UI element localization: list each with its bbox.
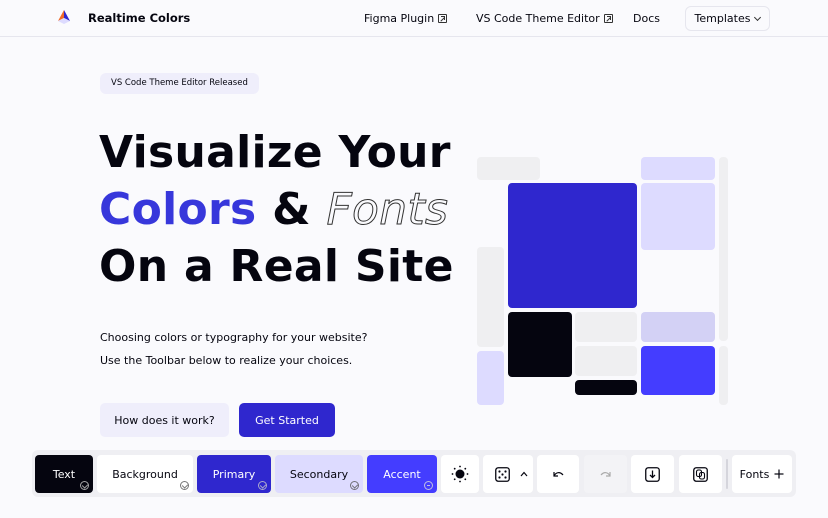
plus-icon	[774, 469, 784, 479]
navbar: Realtime Colors Figma Plugin VS Code The…	[0, 0, 828, 37]
headline-colors-word: Colors	[99, 184, 257, 235]
swatch-secondary[interactable]: Secondary	[275, 455, 363, 493]
nav-link-docs[interactable]: Docs	[633, 12, 660, 25]
mosaic-tile-secondary	[641, 157, 715, 180]
mosaic-tile-neutral	[575, 346, 637, 376]
export-button[interactable]	[631, 455, 674, 493]
mosaic-tile-secondary	[641, 183, 715, 250]
minus-circle-icon	[424, 481, 433, 490]
headline-line-2: Colors & Fonts	[99, 187, 448, 232]
undo-icon	[553, 471, 564, 477]
dice-icon	[495, 466, 510, 482]
swatch-text[interactable]: Text	[35, 455, 93, 493]
subtitle-line-1: Choosing colors or typography for your w…	[100, 331, 368, 344]
check-circle-icon	[350, 481, 359, 490]
theme-toggle-button[interactable]	[441, 455, 479, 493]
headline-ampersand: &	[272, 184, 311, 235]
mosaic-tile-text	[575, 380, 637, 395]
logo-icon[interactable]	[57, 9, 71, 25]
mosaic-tile-secondary	[477, 351, 504, 405]
headline-line-1: Visualize Your	[99, 127, 451, 178]
randomize-button[interactable]	[483, 455, 533, 493]
redo-icon	[600, 471, 611, 477]
check-circle-icon	[258, 481, 267, 490]
headline-fonts-word: Fonts	[326, 184, 449, 235]
external-link-icon	[438, 14, 448, 23]
nav-link-label: Docs	[633, 12, 660, 25]
toolbar-divider	[726, 459, 728, 489]
nav-link-label: VS Code Theme Editor	[476, 12, 600, 25]
mosaic-tile-neutral	[719, 346, 728, 405]
redo-button[interactable]	[584, 455, 627, 493]
sun-icon	[451, 465, 469, 483]
headline-line-3: On a Real Site	[99, 241, 454, 292]
swatch-primary[interactable]: Primary	[197, 455, 271, 493]
swatch-label: Background	[112, 467, 178, 481]
download-icon	[645, 466, 660, 482]
swatch-label: Text	[52, 467, 76, 481]
mosaic-tile-secondary-muted	[641, 312, 715, 342]
fonts-button[interactable]: Fonts	[732, 455, 792, 493]
swatch-label: Primary	[212, 467, 256, 481]
chevron-up-icon[interactable]	[520, 471, 528, 477]
mosaic-tile-text	[508, 312, 572, 377]
nav-link-figma-plugin[interactable]: Figma Plugin	[364, 12, 448, 25]
swatch-accent[interactable]: Accent	[367, 455, 437, 493]
external-link-icon	[603, 14, 613, 23]
nav-link-vscode-theme-editor[interactable]: VS Code Theme Editor	[476, 12, 613, 25]
how-does-it-work-button[interactable]: How does it work?	[100, 403, 229, 437]
templates-dropdown[interactable]: Templates	[685, 6, 770, 31]
mosaic-tile-primary	[508, 183, 637, 308]
chevron-down-icon	[754, 13, 762, 21]
copy-link-icon	[693, 466, 708, 482]
mosaic-tile-neutral	[719, 157, 728, 341]
nav-link-label: Figma Plugin	[364, 12, 435, 25]
get-started-button[interactable]: Get Started	[239, 403, 335, 437]
check-circle-icon	[80, 481, 89, 490]
mosaic-tile-neutral	[575, 312, 637, 342]
announcement-badge[interactable]: VS Code Theme Editor Released	[100, 73, 259, 94]
swatch-label: Accent	[383, 467, 421, 481]
share-button[interactable]	[679, 455, 722, 493]
subtitle-line-2: Use the Toolbar below to realize your ch…	[100, 354, 353, 367]
undo-button[interactable]	[537, 455, 579, 493]
swatch-background[interactable]: Background	[97, 455, 193, 493]
mosaic-tile-neutral	[477, 247, 504, 347]
swatch-label: Secondary	[289, 467, 349, 481]
mosaic-tile-accent	[641, 346, 715, 395]
templates-label: Templates	[694, 12, 751, 25]
mosaic-tile-neutral	[477, 157, 540, 180]
brand-name[interactable]: Realtime Colors	[88, 11, 190, 25]
fonts-label: Fonts	[739, 467, 770, 481]
check-circle-icon	[180, 481, 189, 490]
